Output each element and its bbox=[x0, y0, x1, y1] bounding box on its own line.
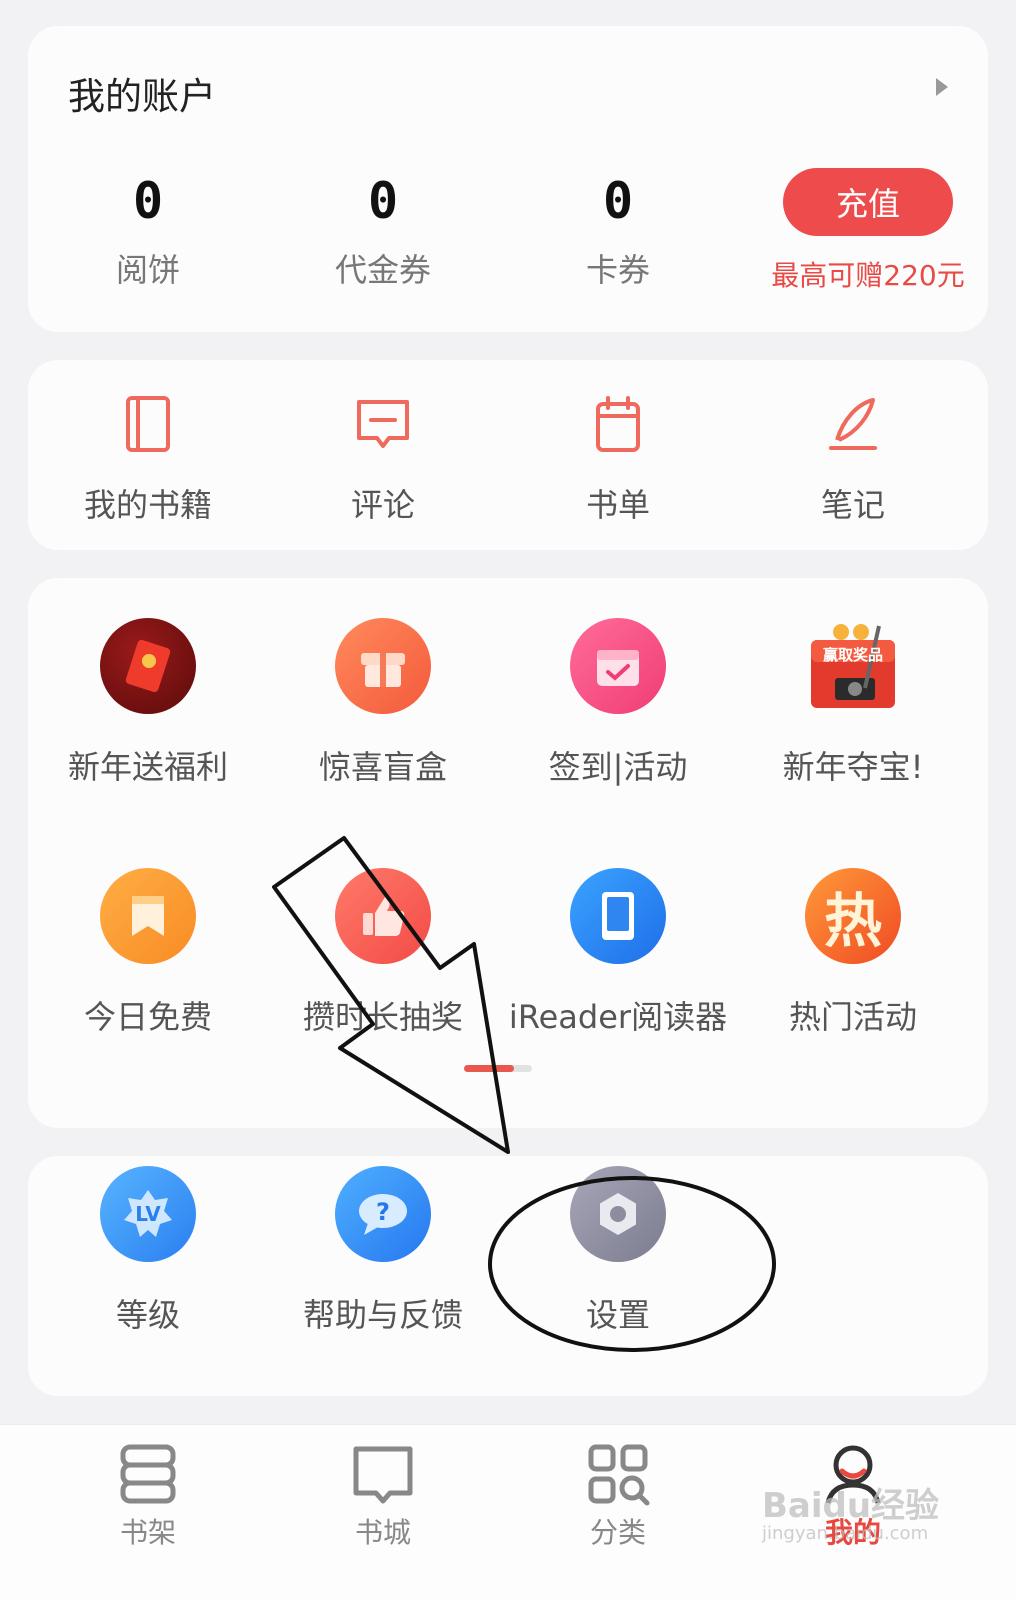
stat-label: 代金券 bbox=[334, 251, 431, 289]
activity-label: 热门活动 bbox=[788, 998, 917, 1036]
activity-label: 攒时长抽奖 bbox=[302, 998, 463, 1036]
activity-checkin[interactable]: 签到|活动 bbox=[498, 618, 738, 788]
bookstore-icon bbox=[353, 1446, 413, 1504]
stat-value: 0 bbox=[602, 172, 634, 230]
nav-label: 书架 bbox=[119, 1516, 176, 1549]
activity-ireader-device[interactable]: iReader阅读器 bbox=[498, 868, 738, 1038]
tools-card: LV 等级 ? 帮助与反馈 设置 bbox=[28, 1156, 988, 1396]
chevron-right-icon[interactable] bbox=[936, 78, 948, 96]
activity-time-lottery[interactable]: 攒时长抽奖 bbox=[263, 868, 503, 1038]
stat-label: 卡券 bbox=[585, 251, 650, 289]
level-icon: LV bbox=[100, 1166, 196, 1262]
account-card: 我的账户 0 阅饼 0 代金券 0 卡券 充值 最高可赠220元 bbox=[28, 26, 988, 332]
nav-bookstore[interactable]: 书城 bbox=[263, 1441, 503, 1551]
watermark-main: Baidu经验 bbox=[762, 1486, 940, 1526]
watermark-sub: jingyan.baidu.com bbox=[762, 1523, 929, 1544]
activity-free-today[interactable]: 今日免费 bbox=[28, 868, 268, 1038]
gift-box-icon bbox=[335, 618, 431, 714]
nav-label: 分类 bbox=[589, 1516, 646, 1549]
stat-card-coupon[interactable]: 0 卡券 bbox=[498, 171, 738, 291]
activity-label: 新年夺宝! bbox=[782, 748, 924, 786]
shortcut-comments[interactable]: 评论 bbox=[263, 394, 503, 526]
stat-yuebing[interactable]: 0 阅饼 bbox=[28, 171, 268, 291]
account-title[interactable]: 我的账户 bbox=[68, 66, 216, 120]
activity-label: 签到|活动 bbox=[548, 748, 688, 786]
settings-icon bbox=[570, 1166, 666, 1262]
tool-level[interactable]: LV 等级 bbox=[28, 1166, 268, 1336]
shortcut-label: 评论 bbox=[350, 486, 415, 524]
shortcut-label: 笔记 bbox=[820, 486, 885, 524]
level-badge-text: LV bbox=[135, 1202, 161, 1226]
bookmark-icon bbox=[100, 868, 196, 964]
prize-icon: 赢取奖品 bbox=[805, 618, 901, 714]
activities-card: 新年送福利 惊喜盲盒 签到|活动 赢取奖品 新年夺宝! 今日免费 攒时长抽奖 i… bbox=[28, 578, 988, 1128]
prize-badge-text: 赢取奖品 bbox=[822, 646, 883, 664]
shortcuts-card: 我的书籍 评论 书单 笔记 bbox=[28, 360, 988, 550]
recharge-promo-text: 最高可赠220元 bbox=[771, 259, 965, 292]
stat-voucher[interactable]: 0 代金券 bbox=[263, 171, 503, 291]
activity-blind-box[interactable]: 惊喜盲盒 bbox=[263, 618, 503, 788]
activity-label: 今日免费 bbox=[83, 998, 212, 1036]
note-icon bbox=[829, 398, 877, 450]
activity-new-year-treasure[interactable]: 赢取奖品 新年夺宝! bbox=[733, 618, 973, 788]
comment-icon bbox=[357, 400, 409, 448]
recharge-button[interactable]: 充值 bbox=[783, 168, 953, 236]
activity-label: iReader阅读器 bbox=[508, 998, 728, 1036]
tool-label: 等级 bbox=[115, 1296, 180, 1334]
nav-bookshelf[interactable]: 书架 bbox=[28, 1441, 268, 1551]
tablet-icon bbox=[570, 868, 666, 964]
stat-label: 阅饼 bbox=[115, 251, 180, 289]
activity-label: 惊喜盲盒 bbox=[318, 748, 447, 786]
bookshelf-icon bbox=[120, 1444, 176, 1504]
shortcut-my-books[interactable]: 我的书籍 bbox=[28, 394, 268, 526]
activity-hot-events[interactable]: 热 热门活动 bbox=[733, 868, 973, 1038]
stat-value: 0 bbox=[367, 172, 399, 230]
stat-value: 0 bbox=[132, 172, 164, 230]
tool-label: 帮助与反馈 bbox=[302, 1296, 463, 1334]
activity-label: 新年送福利 bbox=[67, 748, 228, 786]
calendar-check-icon bbox=[570, 618, 666, 714]
baidu-watermark: Baidu经验 jingyan.baidu.com bbox=[762, 1478, 939, 1544]
hot-icon: 热 bbox=[805, 868, 901, 964]
svg-text:?: ? bbox=[376, 1198, 390, 1226]
thumbs-up-icon bbox=[335, 868, 431, 964]
shortcut-label: 书单 bbox=[585, 486, 650, 524]
red-envelope-icon bbox=[100, 618, 196, 714]
nav-label: 书城 bbox=[354, 1516, 411, 1549]
nav-category[interactable]: 分类 bbox=[498, 1441, 738, 1551]
page-indicator-active bbox=[464, 1065, 514, 1072]
tool-settings[interactable]: 设置 bbox=[498, 1166, 738, 1336]
activity-new-year-bonus[interactable]: 新年送福利 bbox=[28, 618, 268, 788]
tool-help-feedback[interactable]: ? 帮助与反馈 bbox=[263, 1166, 503, 1336]
booklist-icon bbox=[596, 396, 640, 452]
shortcut-booklist[interactable]: 书单 bbox=[498, 394, 738, 526]
shortcut-label: 我的书籍 bbox=[83, 486, 212, 524]
category-icon bbox=[588, 1444, 650, 1506]
page-indicator bbox=[464, 1065, 532, 1072]
book-icon bbox=[126, 396, 170, 452]
tool-label: 设置 bbox=[585, 1296, 650, 1334]
shortcut-notes[interactable]: 笔记 bbox=[733, 394, 973, 526]
help-icon: ? bbox=[335, 1166, 431, 1262]
